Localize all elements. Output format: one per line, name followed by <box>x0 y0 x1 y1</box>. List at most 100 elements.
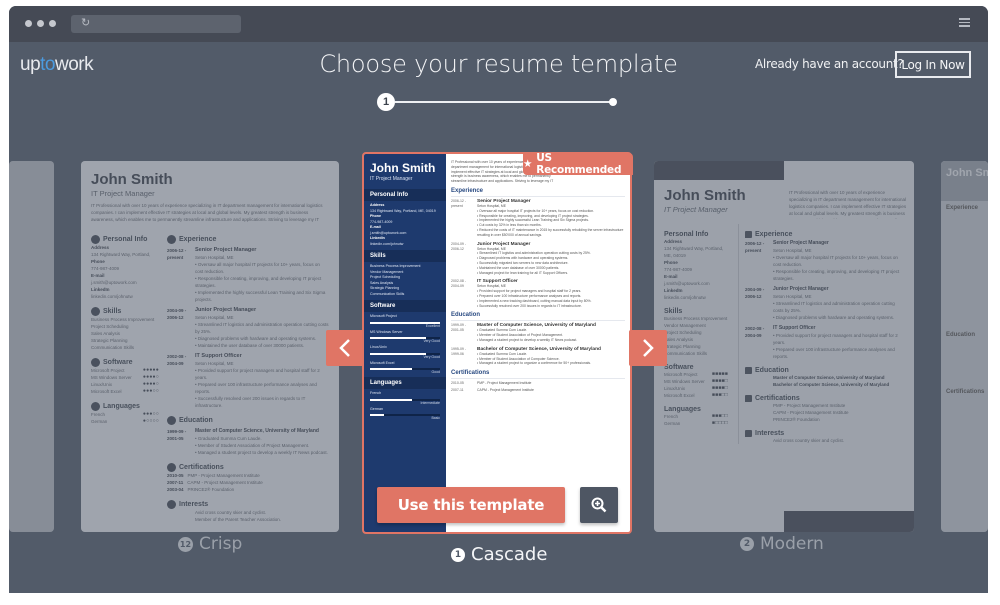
software-level-fill <box>370 337 426 339</box>
experience-entry: 2006-12 - present Senior Project Manager S… <box>451 199 625 238</box>
template-name: Cascade <box>471 544 548 565</box>
current-step-indicator: 1 <box>377 93 395 111</box>
section-heading: Skills <box>364 250 446 262</box>
hamburger-menu-icon[interactable] <box>959 18 970 27</box>
card-overlay <box>941 161 988 532</box>
education-entry: 1999-09 - 2001-05 Master of Computer Scie… <box>451 323 625 342</box>
use-template-button[interactable]: Use this template <box>377 487 565 523</box>
software-level-bar <box>370 368 440 370</box>
template-label-crisp[interactable]: 12 Crisp <box>178 534 242 554</box>
card-overlay <box>81 161 339 532</box>
edu-dates: 1995-09 - 1999-06 <box>451 346 466 356</box>
previous-template-button[interactable] <box>326 330 364 366</box>
template-number-badge: 12 <box>178 536 193 552</box>
window-controls <box>25 20 56 27</box>
experience-entry: 2002-08 - 2004-09 IT Support Officer Seton… <box>451 279 625 308</box>
template-number-badge: 1 <box>451 547 465 562</box>
badge-label: US Recommended <box>536 152 622 176</box>
address-bar[interactable]: ↻ <box>71 15 241 33</box>
login-button[interactable]: Log In Now <box>895 51 971 78</box>
edu-dates: 1999-09 - 2001-05 <box>451 323 466 333</box>
languages-level-bar <box>370 414 440 416</box>
skill-item: Communication Skills <box>370 291 405 296</box>
field-value: linkedin.com/johnutw <box>370 241 404 246</box>
card-overlay <box>654 161 914 532</box>
languages-level-label: Basic <box>431 416 440 420</box>
template-card-next-edge[interactable]: John Smith Experience Education Certific… <box>941 161 988 532</box>
languages-name: French <box>370 391 382 395</box>
section-heading: Software <box>364 300 446 312</box>
section-heading: Certifications <box>451 370 625 380</box>
section-heading: Personal Info <box>364 189 446 201</box>
languages-name: German <box>370 406 383 411</box>
software-level-bar <box>370 352 440 355</box>
stepper-line <box>395 101 615 103</box>
window-dot-icon[interactable] <box>37 20 44 27</box>
job-dates: 2006-12 - present <box>451 199 466 208</box>
window-dot-icon[interactable] <box>25 20 32 27</box>
account-prompt: Already have an account? <box>755 57 904 71</box>
preview-zoom-button[interactable] <box>580 487 618 523</box>
zoom-in-icon <box>591 497 607 513</box>
template-label-cascade[interactable]: 1 Cascade <box>451 544 547 565</box>
job-bullet: • Reduced the costs of IT maintenance in… <box>477 227 624 237</box>
software-name: Microsoft Project <box>370 314 397 318</box>
field-label: Phone <box>370 214 381 218</box>
software-level-bar <box>370 337 440 339</box>
cert-name: CAPM - Project Management Institute <box>477 388 534 393</box>
template-card-crisp[interactable]: John Smith IT Project Manager IT Profess… <box>81 161 339 532</box>
section-heading: Education <box>451 312 625 322</box>
us-recommended-badge: ★ US Recommended <box>523 152 633 176</box>
template-card-modern[interactable]: John Smith IT Project Manager IT Profess… <box>654 161 914 532</box>
languages-level-label: Intermediate <box>420 400 440 405</box>
edu-body: Master of Computer Science, University o… <box>477 323 625 342</box>
template-name: Modern <box>760 534 824 554</box>
job-bullet: • Successfully resolved over 200 issues … <box>477 303 582 308</box>
section-heading: Languages <box>364 377 446 389</box>
job-dates: 2004-09 - 2006-12 <box>451 241 466 251</box>
chevron-right-icon <box>643 339 654 357</box>
reload-icon[interactable]: ↻ <box>81 16 90 29</box>
edu-bullet: • Managed a student project to organize … <box>477 361 591 366</box>
star-icon: ★ <box>523 158 533 170</box>
cert-date: 2007-11 <box>451 388 464 393</box>
languages-level-bar <box>370 398 440 401</box>
job-body: Junior Project Manager Seton Hospital, ME… <box>477 242 625 276</box>
job-bullet: • Managed project for lean training for … <box>477 270 569 275</box>
browser-toolbar: ↻ <box>9 6 988 42</box>
card-overlay <box>9 161 54 532</box>
section-heading: Experience <box>451 188 625 197</box>
languages-level-fill <box>370 414 384 416</box>
software-level-fill <box>370 368 412 370</box>
template-name: Crisp <box>199 534 243 554</box>
template-label-modern[interactable]: 2 Modern <box>740 534 824 554</box>
field-label: Address <box>370 203 385 207</box>
template-card-previous-edge[interactable] <box>9 161 54 532</box>
software-level-label: Excellent <box>425 323 440 328</box>
software-level-fill <box>370 352 426 355</box>
edu-body: Bachelor of Computer Science, University… <box>477 347 625 366</box>
job-body: IT Support Officer Seton Hospital, ME • Pr… <box>477 279 625 308</box>
software-level-label: Very Good <box>423 339 440 343</box>
final-step-dot <box>609 98 617 106</box>
software-name: Linux/Unix <box>370 345 387 349</box>
certification-entry: 2010-05 PMP - Project Management Institut… <box>451 381 625 386</box>
languages-level-fill <box>370 398 412 401</box>
certification-entry: 2007-11 CAPM - Project Management Institu… <box>451 388 625 393</box>
template-number-badge: 2 <box>740 537 754 551</box>
browser-window: ↻ uptowork Choose your resume template A… <box>9 6 988 593</box>
edu-bullet: • Managed a student project to develop a… <box>477 337 578 342</box>
window-dot-icon[interactable] <box>49 20 56 27</box>
software-level-fill <box>370 321 440 324</box>
field-label: E-mail <box>370 225 381 229</box>
cascade-main: IT Professional with over 10 years of ex… <box>446 154 630 532</box>
experience-entry: 2004-09 - 2006-12 Junior Project Manager S… <box>451 242 625 276</box>
software-level-bar <box>370 321 440 324</box>
job-dates: 2002-08 - 2004-09 <box>451 279 466 289</box>
template-card-cascade[interactable]: John Smith IT Project Manager Personal I… <box>362 152 632 534</box>
software-name: Microsoft Excel <box>370 360 395 365</box>
job-body: Senior Project Manager Seton Hospital, ME… <box>477 199 625 238</box>
cert-date: 2010-05 <box>451 381 464 386</box>
next-template-button[interactable] <box>629 330 667 366</box>
chevron-left-icon <box>339 339 350 357</box>
